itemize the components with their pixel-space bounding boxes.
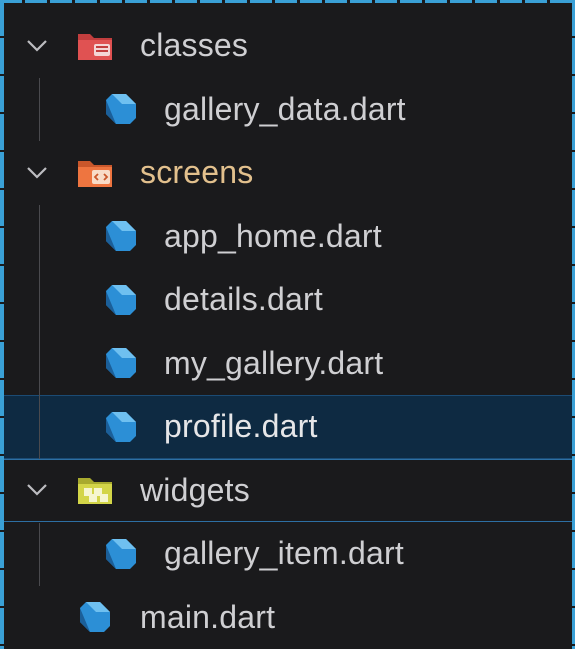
dart-file-icon (102, 90, 140, 128)
file-row-gallery-item[interactable]: gallery_item.dart (4, 522, 572, 586)
folder-screens-icon (76, 157, 114, 189)
file-tree: classes gallery_data.dart screens app_ho… (4, 14, 572, 649)
file-label: app_home.dart (164, 217, 382, 254)
folder-row-classes[interactable]: classes (4, 14, 572, 78)
folder-label: widgets (140, 471, 250, 508)
file-row-my-gallery[interactable]: my_gallery.dart (4, 332, 572, 396)
dart-file-icon (102, 535, 140, 573)
file-row-main[interactable]: main.dart (4, 586, 572, 649)
file-row-profile[interactable]: profile.dart (4, 395, 572, 459)
file-label: profile.dart (164, 408, 318, 445)
folder-label: classes (140, 27, 249, 64)
panel-edge-top (0, 0, 575, 3)
chevron-down-icon[interactable] (26, 162, 48, 184)
indent-guide (39, 523, 40, 586)
file-row-details[interactable]: details.dart (4, 268, 572, 332)
file-row-gallery-data[interactable]: gallery_data.dart (4, 78, 572, 142)
file-row-app-home[interactable]: app_home.dart (4, 205, 572, 269)
folder-row-screens[interactable]: screens (4, 141, 572, 205)
chevron-down-icon[interactable] (26, 35, 48, 57)
dart-file-icon (102, 408, 140, 446)
dart-file-icon (102, 344, 140, 382)
dart-file-icon (102, 281, 140, 319)
chevron-down-icon[interactable] (26, 479, 48, 501)
file-label: details.dart (164, 281, 323, 318)
indent-guide (39, 78, 40, 141)
file-label: main.dart (140, 598, 276, 635)
dart-file-icon (76, 598, 114, 636)
folder-classes-icon (76, 30, 114, 62)
indent-guide (39, 205, 40, 459)
folder-label: screens (140, 154, 254, 191)
file-label: gallery_data.dart (164, 90, 406, 127)
file-label: my_gallery.dart (164, 344, 384, 381)
dart-file-icon (102, 217, 140, 255)
folder-row-widgets[interactable]: widgets (4, 458, 572, 522)
file-label: gallery_item.dart (164, 535, 404, 572)
file-explorer-panel: classes gallery_data.dart screens app_ho… (0, 0, 575, 649)
folder-widgets-icon (76, 474, 114, 506)
